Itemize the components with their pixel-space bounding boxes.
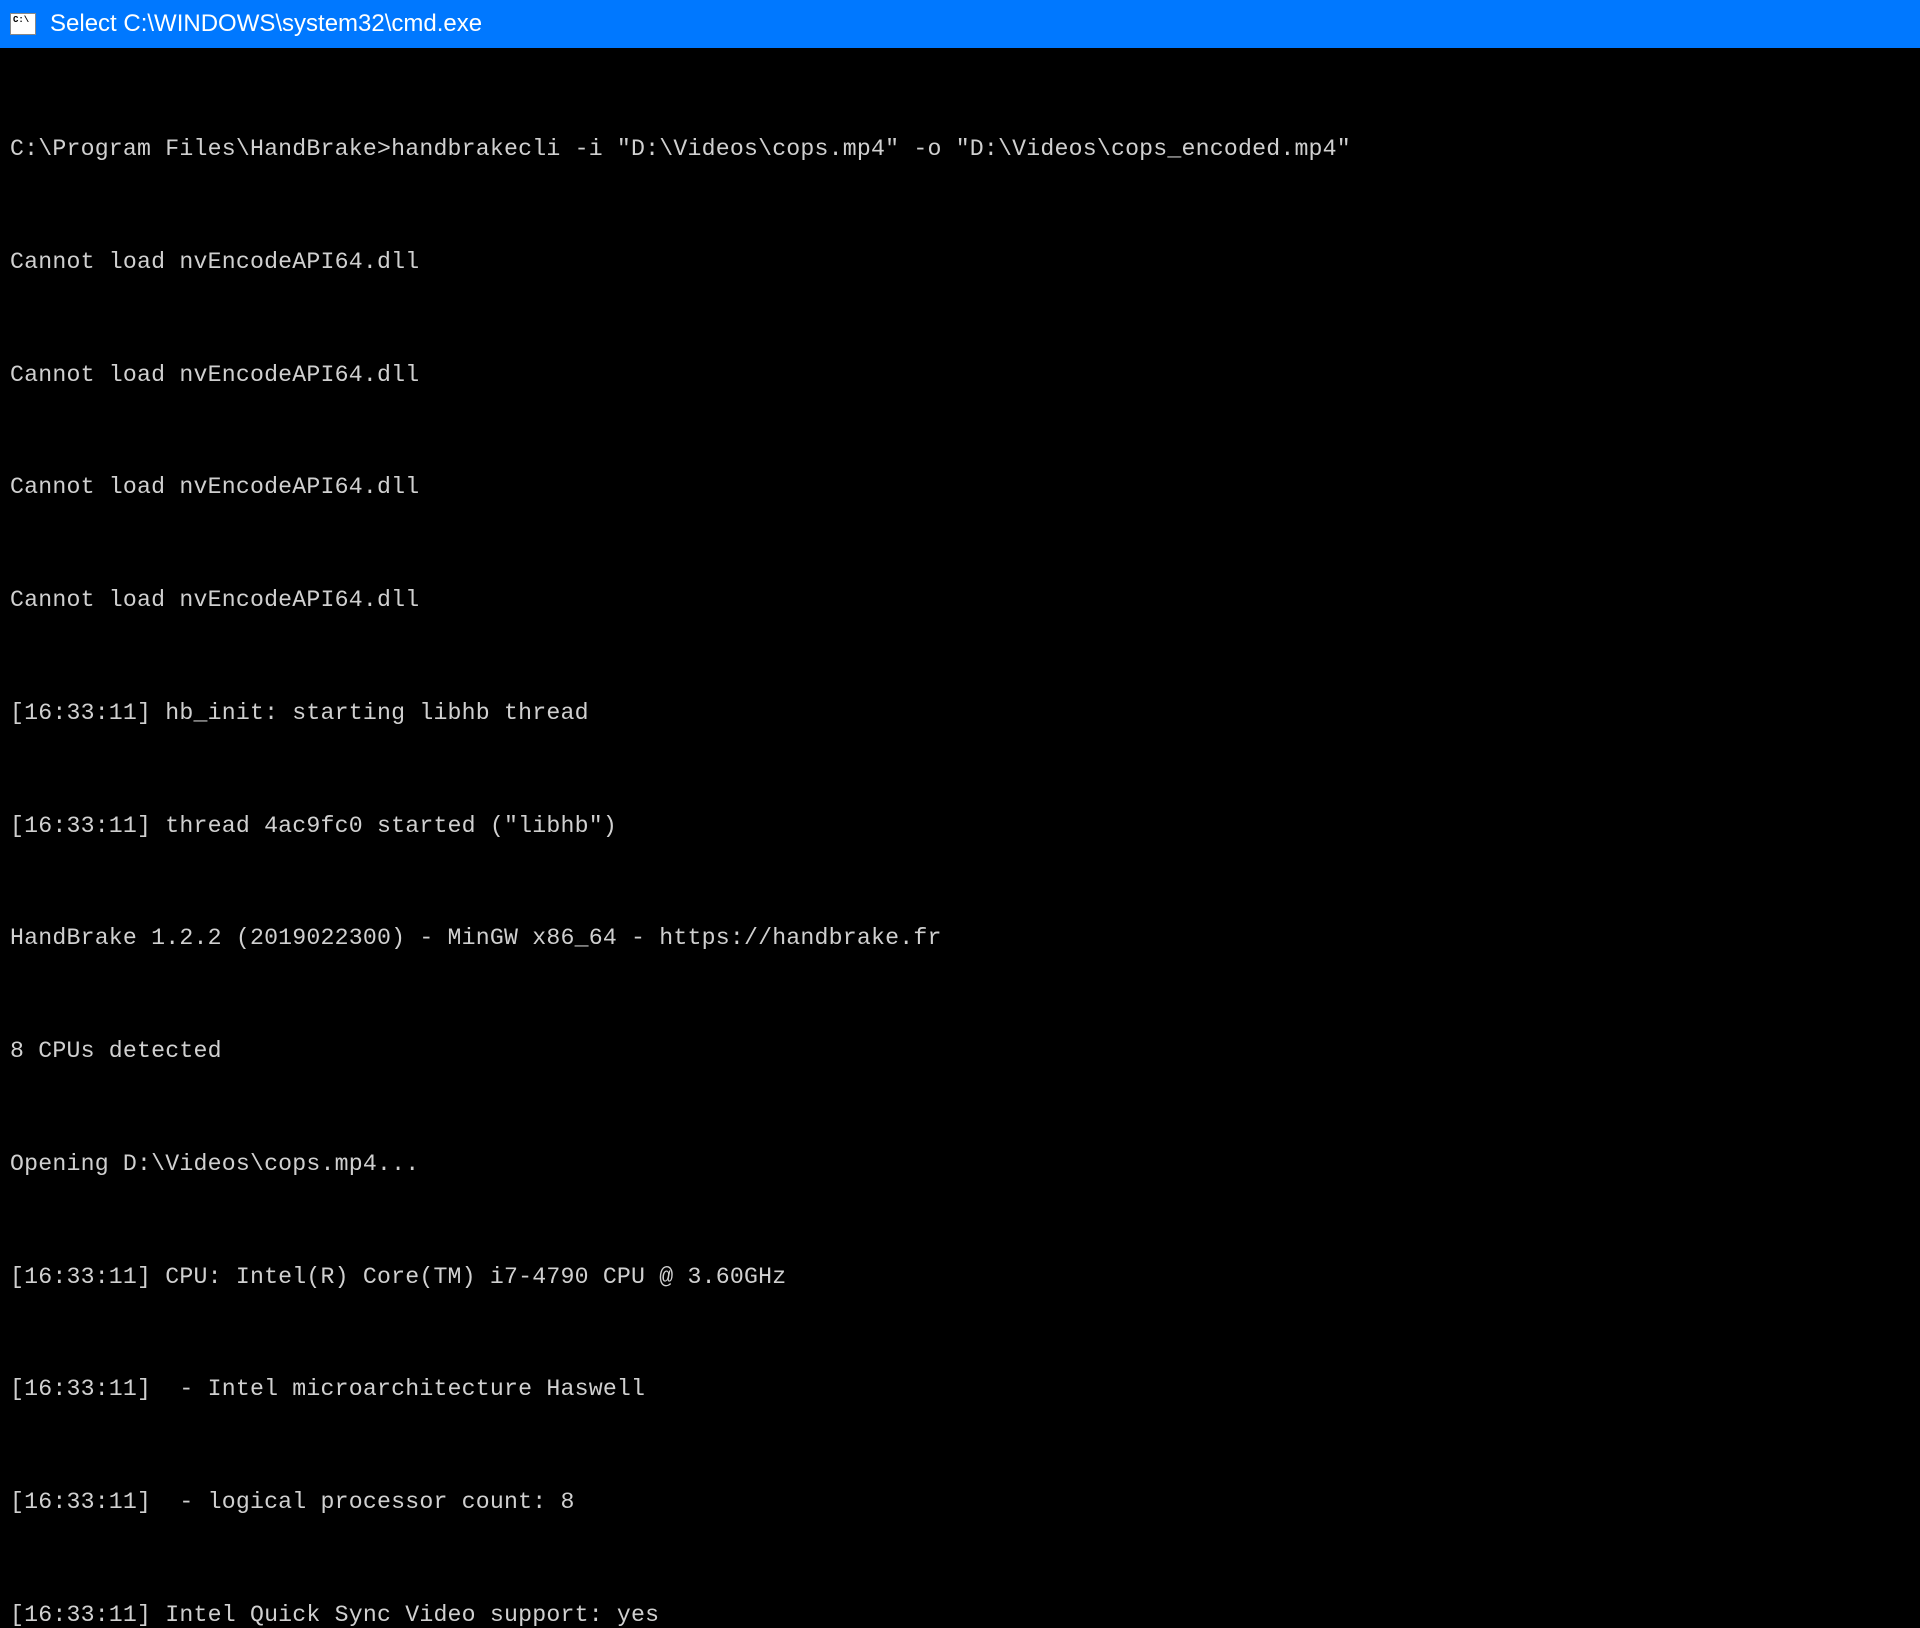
terminal-line: [16:33:11] hb_init: starting libhb threa… [10, 695, 1910, 733]
terminal-line: Opening D:\Videos\cops.mp4... [10, 1146, 1910, 1184]
terminal-output[interactable]: C:\Program Files\HandBrake>handbrakecli … [0, 48, 1920, 1628]
terminal-line: Cannot load nvEncodeAPI64.dll [10, 244, 1910, 282]
terminal-line: C:\Program Files\HandBrake>handbrakecli … [10, 131, 1910, 169]
terminal-line: [16:33:11] Intel Quick Sync Video suppor… [10, 1597, 1910, 1628]
cmd-icon [10, 13, 36, 35]
terminal-line: [16:33:11] thread 4ac9fc0 started ("libh… [10, 808, 1910, 846]
terminal-line: Cannot load nvEncodeAPI64.dll [10, 357, 1910, 395]
terminal-line: [16:33:11] CPU: Intel(R) Core(TM) i7-479… [10, 1259, 1910, 1297]
window-title: Select C:\WINDOWS\system32\cmd.exe [50, 10, 482, 38]
terminal-line: [16:33:11] - logical processor count: 8 [10, 1484, 1910, 1522]
titlebar[interactable]: Select C:\WINDOWS\system32\cmd.exe [0, 0, 1920, 48]
terminal-line: 8 CPUs detected [10, 1033, 1910, 1071]
terminal-line: Cannot load nvEncodeAPI64.dll [10, 469, 1910, 507]
terminal-line: HandBrake 1.2.2 (2019022300) - MinGW x86… [10, 920, 1910, 958]
terminal-line: [16:33:11] - Intel microarchitecture Has… [10, 1371, 1910, 1409]
terminal-line: Cannot load nvEncodeAPI64.dll [10, 582, 1910, 620]
